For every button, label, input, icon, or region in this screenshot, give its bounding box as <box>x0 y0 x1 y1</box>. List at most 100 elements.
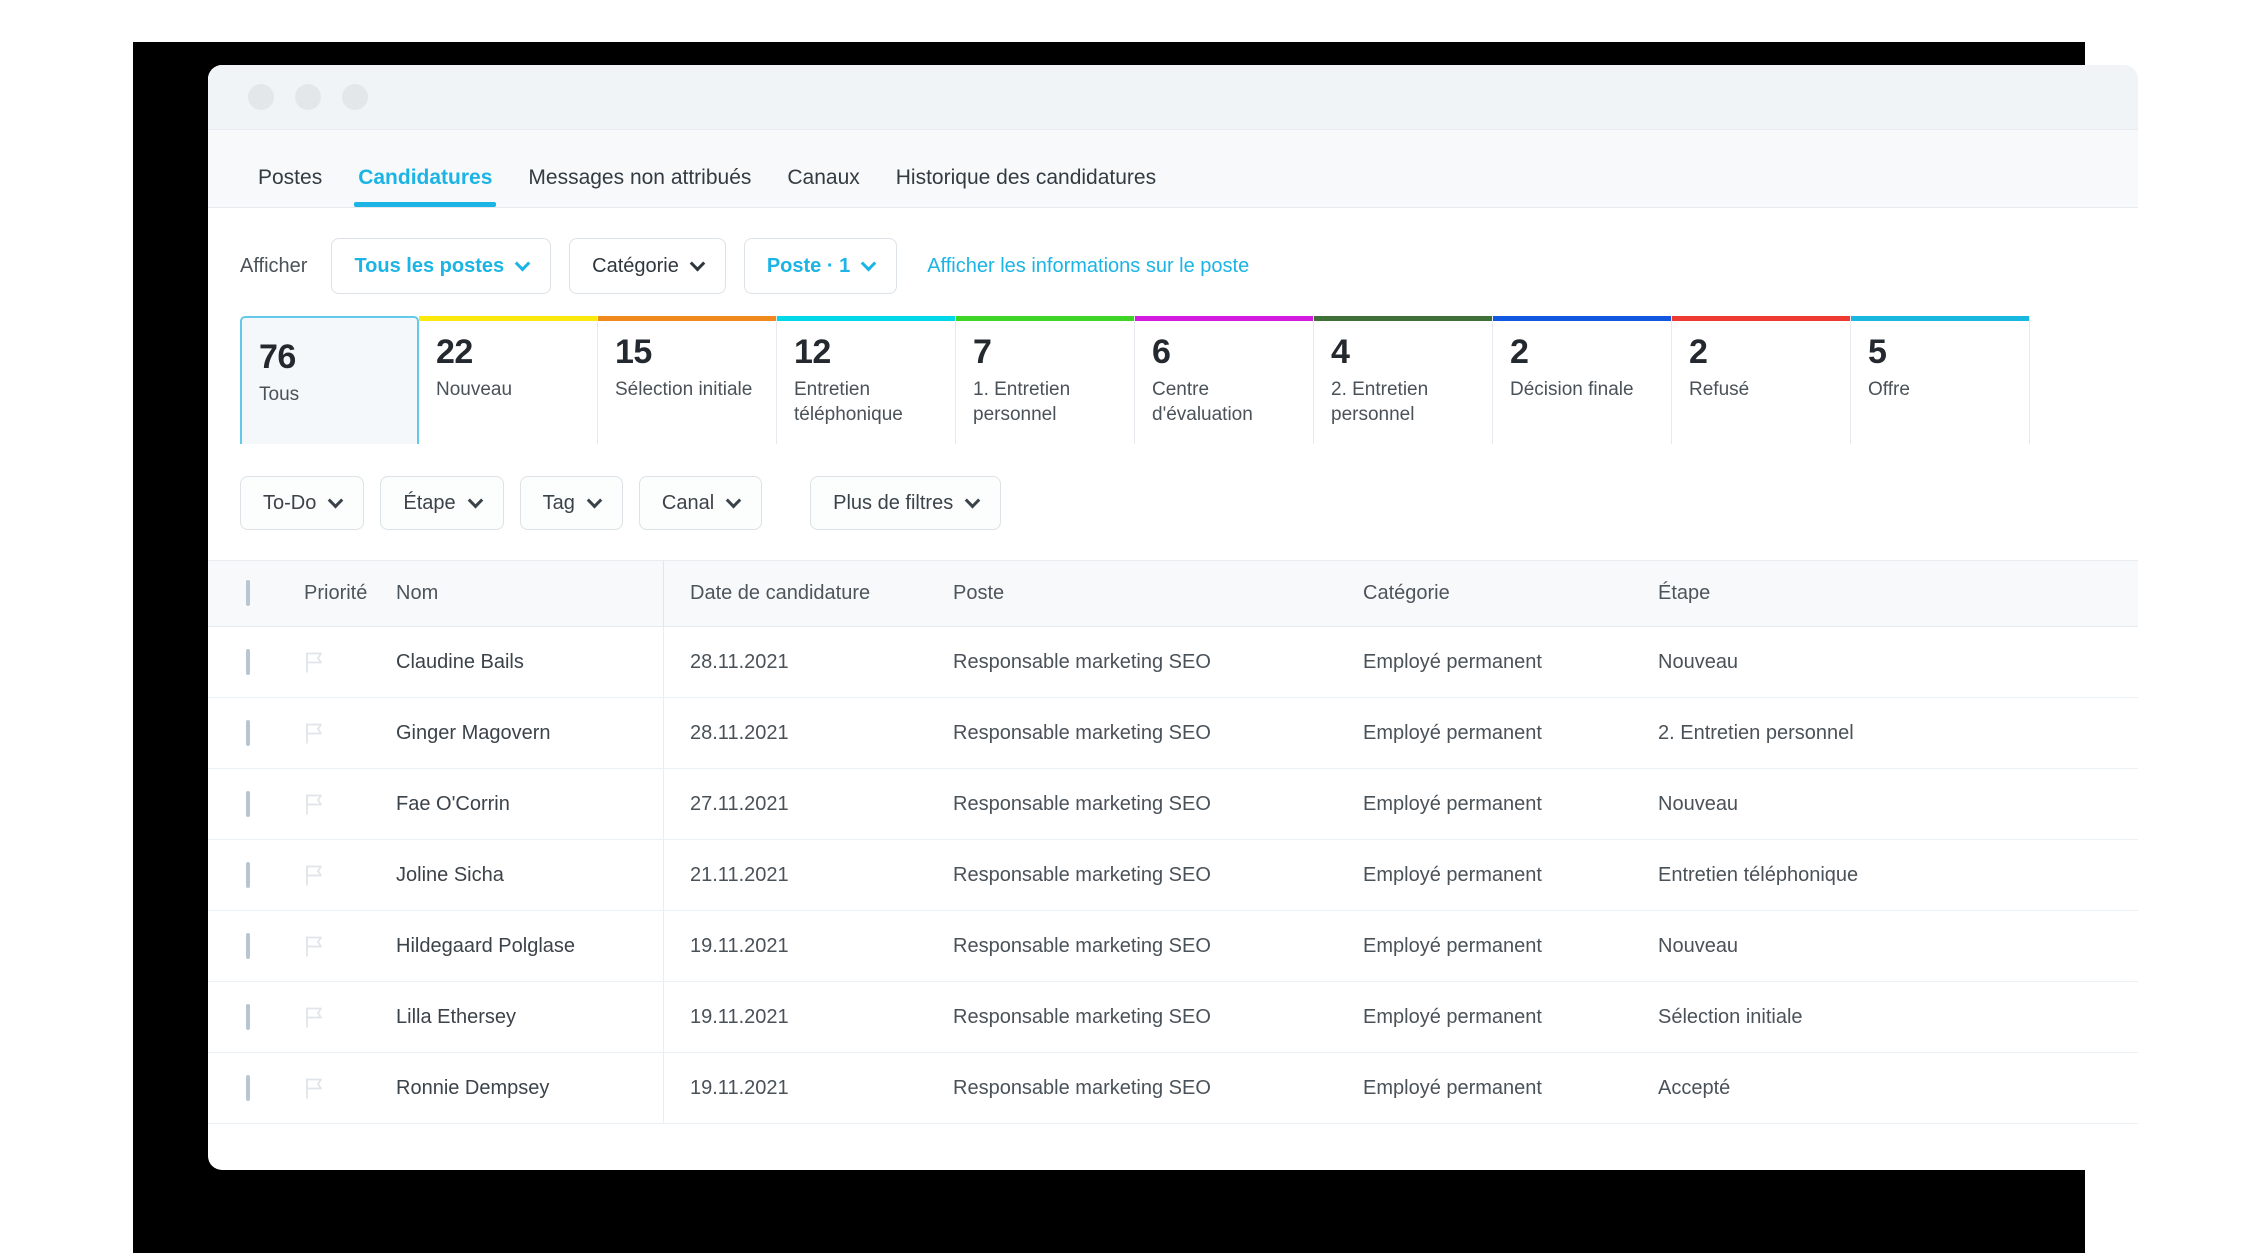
column-header-category[interactable]: Catégorie <box>1363 582 1658 605</box>
priority-flag-icon[interactable] <box>304 1005 396 1029</box>
all-jobs-dropdown[interactable]: Tous les postes <box>331 238 552 294</box>
row-checkbox[interactable] <box>246 932 250 959</box>
table-row[interactable]: Joline Sicha 21.11.2021 Responsable market… <box>208 840 2138 911</box>
table-row[interactable]: Ginger Magovern 28.11.2021 Responsable mar… <box>208 698 2138 769</box>
row-select-cell <box>208 648 304 675</box>
filter-tape-dropdown[interactable]: Étape <box>380 476 504 530</box>
stage-name: Entretien téléphonique <box>794 378 903 425</box>
stage-card[interactable]: 5 Offre <box>1851 316 2030 444</box>
secondary-filter-bar: To-Do Étape Tag Canal Plus de filtres <box>208 444 2138 561</box>
table-row[interactable]: Lilla Ethersey 19.11.2021 Responsable mark… <box>208 982 2138 1053</box>
application-date: 19.11.2021 <box>663 982 953 1052</box>
priority-flag-icon[interactable] <box>304 792 396 816</box>
show-job-info-link[interactable]: Afficher les informations sur le poste <box>927 255 1249 278</box>
filter-label: Plus de filtres <box>833 491 954 514</box>
candidate-name[interactable]: Lilla Ethersey <box>396 1006 663 1029</box>
job-dropdown[interactable]: Poste · 1 <box>743 238 898 294</box>
tab-canaux[interactable]: Canaux <box>769 166 877 207</box>
category-dropdown[interactable]: Catégorie <box>569 238 726 294</box>
category-value: Employé permanent <box>1363 863 1542 886</box>
primary-filter-bar: Afficher Tous les postes Catégorie Poste… <box>208 208 2138 316</box>
filter-label: To-Do <box>263 491 317 514</box>
filter-label: Canal <box>661 491 715 514</box>
applications-table: Priorité Nom Date de candidature Poste C… <box>208 561 2138 1124</box>
stage-card[interactable]: 12 Entretien téléphonique <box>777 316 956 444</box>
stage-value: Entretien téléphonique <box>1658 863 1859 886</box>
candidate-name[interactable]: Ronnie Dempsey <box>396 1077 663 1100</box>
stage-card[interactable]: 7 1. Entretien personnel <box>956 316 1135 444</box>
job-title: Responsable marketing SEO <box>953 1076 1211 1099</box>
filter-tag-dropdown[interactable]: Tag <box>519 476 623 530</box>
main-tabbar: Postes Candidatures Messages non attribués… <box>208 130 2138 208</box>
stage-card[interactable]: 15 Sélection initiale <box>598 316 777 444</box>
row-checkbox[interactable] <box>246 790 250 817</box>
candidate-name[interactable]: Claudine Bails <box>396 651 663 674</box>
row-checkbox[interactable] <box>246 648 250 675</box>
filter-plus-de-filtres-dropdown[interactable]: Plus de filtres <box>810 476 1002 530</box>
row-checkbox[interactable] <box>246 861 250 888</box>
column-header-priority[interactable]: Priorité <box>304 582 396 605</box>
candidate-name[interactable]: Fae O'Corrin <box>396 793 663 816</box>
stage-card[interactable]: 2 Refusé <box>1672 316 1851 444</box>
minimize-dot-icon[interactable] <box>295 84 321 110</box>
stage-color-bar <box>777 316 955 321</box>
stage-count: 2 <box>1510 333 1529 371</box>
stage-card[interactable]: 4 2. Entretien personnel <box>1314 316 1493 444</box>
category-value: Employé permanent <box>1363 1076 1542 1099</box>
stage-value: Sélection initiale <box>1658 1005 1803 1028</box>
stage-count: 2 <box>1689 333 1708 371</box>
priority-flag-icon[interactable] <box>304 721 396 745</box>
stage-card[interactable]: 76 Tous <box>240 316 419 444</box>
application-date: 28.11.2021 <box>663 698 953 768</box>
tab-historique-des-candidatures[interactable]: Historique des candidatures <box>878 166 1174 207</box>
tab-messages-non-attribu-s[interactable]: Messages non attribués <box>510 166 769 207</box>
priority-flag-icon[interactable] <box>304 650 396 674</box>
chevron-down-icon <box>860 255 877 271</box>
chevron-down-icon <box>586 492 603 508</box>
row-select-cell <box>208 719 304 746</box>
chevron-down-icon <box>964 492 981 508</box>
stage-card[interactable]: 22 Nouveau <box>419 316 598 444</box>
table-row[interactable]: Claudine Bails 28.11.2021 Responsable mark… <box>208 627 2138 698</box>
candidate-name[interactable]: Joline Sicha <box>396 864 663 887</box>
priority-flag-icon[interactable] <box>304 1076 396 1100</box>
column-header-job[interactable]: Poste <box>953 582 1363 605</box>
category-value: Employé permanent <box>1363 721 1542 744</box>
filter-canal-dropdown[interactable]: Canal <box>638 476 763 530</box>
select-all-checkbox[interactable] <box>246 580 250 606</box>
column-header-stage[interactable]: Étape <box>1658 582 2138 605</box>
column-header-name[interactable]: Nom <box>396 582 663 605</box>
job-title: Responsable marketing SEO <box>953 792 1211 815</box>
application-date: 19.11.2021 <box>663 1053 953 1123</box>
priority-flag-icon[interactable] <box>304 863 396 887</box>
stage-count: 22 <box>436 333 473 371</box>
stage-card[interactable]: 2 Décision finale <box>1493 316 1672 444</box>
afficher-label: Afficher <box>240 254 308 277</box>
stage-name: Tous <box>259 383 300 405</box>
candidate-name[interactable]: Ginger Magovern <box>396 722 663 745</box>
application-date: 19.11.2021 <box>663 911 953 981</box>
category-value: Employé permanent <box>1363 792 1542 815</box>
stage-count: 6 <box>1152 333 1171 371</box>
row-checkbox[interactable] <box>246 1003 250 1030</box>
close-dot-icon[interactable] <box>248 84 274 110</box>
stage-color-bar <box>1672 316 1850 321</box>
filter-to-do-dropdown[interactable]: To-Do <box>240 476 365 530</box>
stage-count: 7 <box>973 333 992 371</box>
column-header-date[interactable]: Date de candidature <box>663 561 953 626</box>
job-label: Poste · 1 <box>766 254 851 277</box>
tab-postes[interactable]: Postes <box>240 166 340 207</box>
row-checkbox[interactable] <box>246 719 250 746</box>
stage-card[interactable]: 6 Centre d'évaluation <box>1135 316 1314 444</box>
table-row[interactable]: Fae O'Corrin 27.11.2021 Responsable market… <box>208 769 2138 840</box>
table-row[interactable]: Hildegaard Polglase 19.11.2021 Responsable… <box>208 911 2138 982</box>
table-row[interactable]: Ronnie Dempsey 19.11.2021 Responsable mark… <box>208 1053 2138 1124</box>
tab-candidatures[interactable]: Candidatures <box>340 166 510 207</box>
maximize-dot-icon[interactable] <box>342 84 368 110</box>
priority-flag-icon[interactable] <box>304 934 396 958</box>
stage-name: Offre <box>1868 378 1910 400</box>
row-select-cell <box>208 1003 304 1030</box>
candidate-name[interactable]: Hildegaard Polglase <box>396 935 663 958</box>
job-title: Responsable marketing SEO <box>953 934 1211 957</box>
row-checkbox[interactable] <box>246 1074 250 1101</box>
